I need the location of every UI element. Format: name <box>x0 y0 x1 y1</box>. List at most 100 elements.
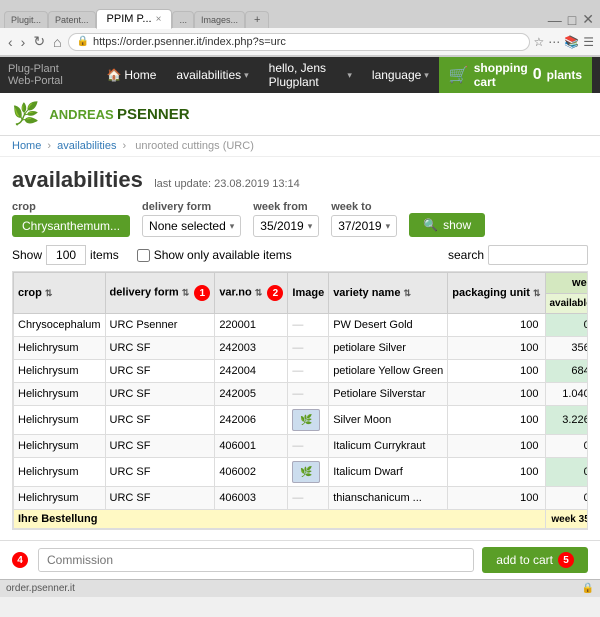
image-cell: — <box>288 360 329 383</box>
tab-other-1[interactable]: Plugit... <box>4 11 48 28</box>
crop-cell: Helichrysum <box>14 487 106 510</box>
badge-5: 5 <box>558 552 574 568</box>
caret-icon-2: ▾ <box>347 70 352 81</box>
sort-varno-icon[interactable]: ⇅ <box>255 288 263 298</box>
pack-cell: 100 <box>448 314 545 337</box>
crop-cell: Helichrysum <box>14 383 106 406</box>
commission-input[interactable] <box>38 548 474 572</box>
variety-cell: petiolare Yellow Green <box>329 360 448 383</box>
image-cell: — <box>288 383 329 406</box>
add-to-cart-button[interactable]: add to cart 5 <box>482 547 588 573</box>
menu-btn[interactable]: ⋯ <box>548 35 560 49</box>
col-crop: crop ⇅ <box>14 273 106 314</box>
close-btn[interactable]: ✕ <box>580 11 596 28</box>
tab-other-3[interactable]: ... <box>172 11 194 28</box>
browser-bar: ‹ › ↻ ⌂ 🔒 https://order.psenner.it/index… <box>0 28 600 56</box>
w35-avail-cell: 684 <box>545 360 588 383</box>
forward-btn[interactable]: › <box>19 34 28 50</box>
sort-delivery-icon[interactable]: ⇅ <box>182 288 190 298</box>
totals-row: Ihre Bestellung week 35 300 week 36 300 … <box>14 510 589 529</box>
delivery-caret: ▾ <box>230 221 235 232</box>
col-variety: variety name ⇅ <box>329 273 448 314</box>
image-cell: — <box>288 337 329 360</box>
maximize-btn[interactable]: □ <box>566 11 578 28</box>
cart-label: shopping cart <box>474 61 528 89</box>
tab-bar: Plugit... Patent... PPIM P... × ... Imag… <box>0 0 600 28</box>
nav-home[interactable]: 🏠 Home <box>96 57 166 93</box>
variety-cell: Petiolare Silverstar <box>329 383 448 406</box>
nav-availabilities[interactable]: availabilities ▾ <box>166 57 258 93</box>
filters: crop Chrysanthemum... delivery form None… <box>12 201 588 237</box>
breadcrumb-sep1: › <box>47 140 51 152</box>
only-available-checkbox[interactable] <box>137 249 150 262</box>
nav-cart[interactable]: 🛒 shopping cart 0 plants <box>439 57 592 93</box>
search-input[interactable] <box>488 245 588 265</box>
show-button[interactable]: 🔍 show <box>409 213 485 237</box>
cart-icon: 🛒 <box>449 65 469 85</box>
plant-image: 🌿 <box>292 461 320 483</box>
col-delivery: delivery form ⇅ 1 <box>105 273 215 314</box>
w35-avail-cell: 0 <box>545 458 588 487</box>
minimize-btn[interactable]: — <box>546 11 564 28</box>
varno-cell: 220001 <box>215 314 288 337</box>
delivery-cell: URC SF <box>105 458 215 487</box>
show-items: Show items <box>12 245 119 265</box>
show-count-input[interactable] <box>46 245 86 265</box>
tab-other-4[interactable]: Images... <box>194 11 245 28</box>
logo-name-bot: PSENNER <box>117 106 190 123</box>
nav-user[interactable]: hello, Jens Plugplant ▾ <box>259 57 362 93</box>
sync-btn[interactable]: ☰ <box>583 35 594 49</box>
delivery-select[interactable]: None selected ▾ <box>142 215 241 237</box>
logo-plant-icon: 🌿 <box>12 101 39 127</box>
pack-cell: 100 <box>448 337 545 360</box>
breadcrumb-home[interactable]: Home <box>12 140 41 152</box>
caret-icon: ▾ <box>244 70 249 81</box>
delivery-cell: URC SF <box>105 337 215 360</box>
site-header: 🌿 ANDREAS PSENNER <box>0 93 600 136</box>
w35-avail-cell: 0 <box>545 314 588 337</box>
crop-cell: Helichrysum <box>14 360 106 383</box>
crop-filter-group: crop Chrysanthemum... <box>12 201 130 237</box>
pack-cell: 100 <box>448 383 545 406</box>
tab-other-2[interactable]: Patent... <box>48 11 96 28</box>
extensions-btn[interactable]: 📚 <box>564 35 579 49</box>
bookmark-btn[interactable]: ☆ <box>534 35 545 49</box>
week-to-select[interactable]: 37/2019 ▾ <box>331 215 397 237</box>
variety-cell: Italicum Dwarf <box>329 458 448 487</box>
no-image: — <box>292 440 303 452</box>
back-btn[interactable]: ‹ <box>6 34 15 50</box>
sort-pack-icon[interactable]: ⇅ <box>533 288 541 298</box>
no-image: — <box>292 492 303 504</box>
tab-close-icon[interactable]: × <box>156 14 162 25</box>
w35-avail-cell: 1.040 <box>545 383 588 406</box>
varno-cell: 406003 <box>215 487 288 510</box>
breadcrumb-avail[interactable]: availabilities <box>57 140 116 152</box>
search-area: search <box>448 245 588 265</box>
plant-image: 🌿 <box>292 409 320 431</box>
sort-variety-icon[interactable]: ⇅ <box>404 288 412 298</box>
w35-avail-cell: 0 <box>545 435 588 458</box>
refresh-btn[interactable]: ↻ <box>31 33 47 50</box>
search-icon: 🔍 <box>423 218 438 232</box>
main-content: availabilities last update: 23.08.2019 1… <box>0 157 600 540</box>
crop-button[interactable]: Chrysanthemum... <box>12 215 130 237</box>
tab-active[interactable]: PPIM P... × <box>96 9 173 29</box>
table-row: Helichrysum URC SF 242004 — petiolare Ye… <box>14 360 589 383</box>
sort-crop-icon[interactable]: ⇅ <box>45 288 53 298</box>
varno-cell: 406001 <box>215 435 288 458</box>
home-btn[interactable]: ⌂ <box>51 34 63 50</box>
week-to-caret: ▾ <box>386 221 391 232</box>
nav-brand: Plug-Plant Web-Portal <box>8 63 96 87</box>
week-from-label: week from <box>253 201 319 213</box>
week-from-select[interactable]: 35/2019 ▾ <box>253 215 319 237</box>
image-cell: — <box>288 487 329 510</box>
nav-language[interactable]: language ▾ <box>362 57 439 93</box>
week-to-group: week to 37/2019 ▾ <box>331 201 397 237</box>
table-row: Helichrysum URC SF 242003 — petiolare Si… <box>14 337 589 360</box>
crop-cell: Helichrysum <box>14 435 106 458</box>
url-bar[interactable]: 🔒 https://order.psenner.it/index.php?s=u… <box>68 33 530 51</box>
table-row: Helichrysum URC SF 242006 🌿 Silver Moon … <box>14 406 589 435</box>
varno-cell: 242004 <box>215 360 288 383</box>
home-icon: 🏠 <box>106 68 121 82</box>
tab-new[interactable]: + <box>245 11 269 28</box>
